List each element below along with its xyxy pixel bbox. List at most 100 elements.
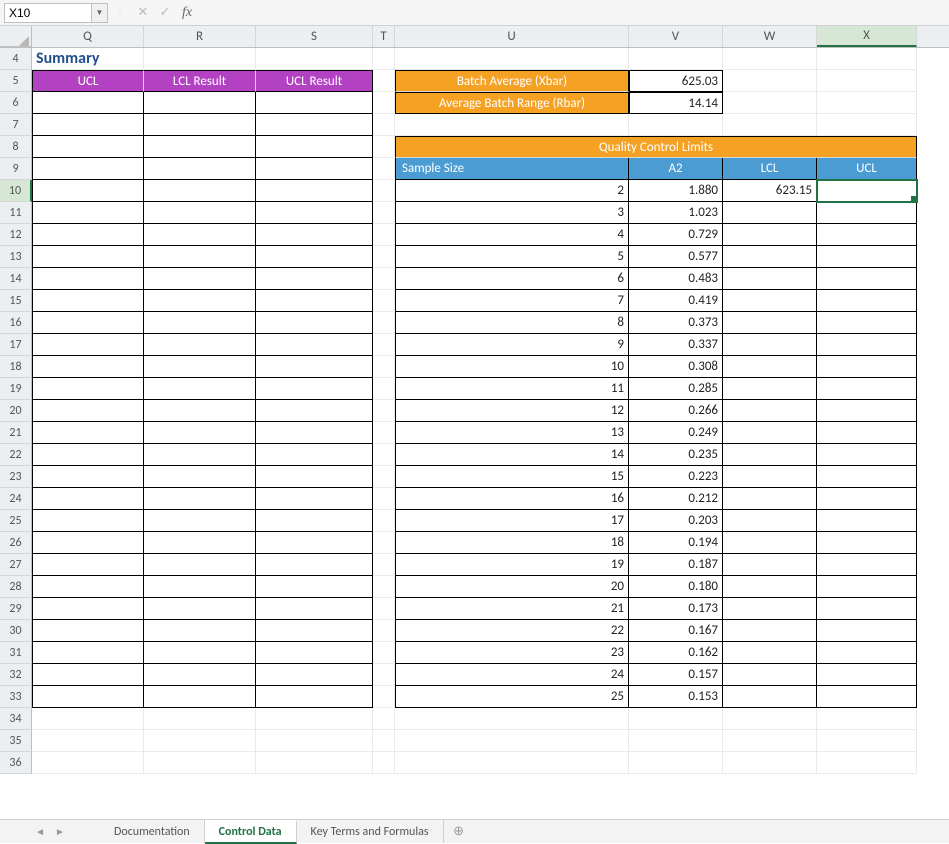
sheet-tab-control-data[interactable]: Control Data [205, 820, 297, 844]
row-header-13[interactable]: 13 [0, 246, 32, 268]
cell-T32[interactable] [373, 664, 395, 686]
cell-U12[interactable]: 4 [395, 224, 629, 246]
cell-X30[interactable] [817, 620, 917, 642]
cell-Q19[interactable] [32, 378, 144, 400]
cell-S34[interactable] [256, 708, 373, 730]
col-header-U[interactable]: U [395, 26, 629, 47]
cell-U11[interactable]: 3 [395, 202, 629, 224]
cell-T22[interactable] [373, 444, 395, 466]
cell-R34[interactable] [144, 708, 256, 730]
cell-R31[interactable] [144, 642, 256, 664]
cell-S20[interactable] [256, 400, 373, 422]
cell-W13[interactable] [723, 246, 817, 268]
cell-V36[interactable] [629, 752, 723, 774]
row-header-27[interactable]: 27 [0, 554, 32, 576]
cell-S36[interactable] [256, 752, 373, 774]
row-header-30[interactable]: 30 [0, 620, 32, 642]
cell-V14[interactable]: 0.483 [629, 268, 723, 290]
cell-R26[interactable] [144, 532, 256, 554]
cell-X21[interactable] [817, 422, 917, 444]
cell-R22[interactable] [144, 444, 256, 466]
sheet-tab-key-terms-and-formulas[interactable]: Key Terms and Formulas [297, 820, 444, 843]
cell-U19[interactable]: 11 [395, 378, 629, 400]
cell-X25[interactable] [817, 510, 917, 532]
cell-W25[interactable] [723, 510, 817, 532]
cell-Q15[interactable] [32, 290, 144, 312]
cell-V16[interactable]: 0.373 [629, 312, 723, 334]
cell-W4[interactable] [723, 48, 817, 70]
cell-Q7[interactable] [32, 114, 144, 136]
cell-W33[interactable] [723, 686, 817, 708]
cell-Q26[interactable] [32, 532, 144, 554]
cell-X13[interactable] [817, 246, 917, 268]
cell-T18[interactable] [373, 356, 395, 378]
cell-Q4[interactable]: Summary [32, 48, 144, 70]
cell-U22[interactable]: 14 [395, 444, 629, 466]
cell-W26[interactable] [723, 532, 817, 554]
cell-U33[interactable]: 25 [395, 686, 629, 708]
cell-W17[interactable] [723, 334, 817, 356]
cell-W32[interactable] [723, 664, 817, 686]
cell-T10[interactable] [373, 180, 395, 202]
cell-U15[interactable]: 7 [395, 290, 629, 312]
cell-V29[interactable]: 0.173 [629, 598, 723, 620]
row-header-22[interactable]: 22 [0, 444, 32, 466]
cell-V9[interactable]: A2 [629, 158, 723, 180]
row-header-6[interactable]: 6 [0, 92, 32, 114]
cell-Q5[interactable]: UCL [32, 70, 144, 92]
cell-T16[interactable] [373, 312, 395, 334]
cell-R13[interactable] [144, 246, 256, 268]
cell-X6[interactable] [817, 92, 917, 114]
col-header-T[interactable]: T [373, 26, 395, 47]
cell-X9[interactable]: UCL [817, 158, 917, 180]
row-header-36[interactable]: 36 [0, 752, 32, 774]
row-header-18[interactable]: 18 [0, 356, 32, 378]
cell-R7[interactable] [144, 114, 256, 136]
cell-X34[interactable] [817, 708, 917, 730]
cell-R19[interactable] [144, 378, 256, 400]
cell-U28[interactable]: 20 [395, 576, 629, 598]
cell-Q36[interactable] [32, 752, 144, 774]
cell-Q16[interactable] [32, 312, 144, 334]
cell-R27[interactable] [144, 554, 256, 576]
row-header-19[interactable]: 19 [0, 378, 32, 400]
col-header-S[interactable]: S [256, 26, 373, 47]
cell-W6[interactable] [723, 92, 817, 114]
row-header-17[interactable]: 17 [0, 334, 32, 356]
row-header-29[interactable]: 29 [0, 598, 32, 620]
cell-Q8[interactable] [32, 136, 144, 158]
cell-V4[interactable] [629, 48, 723, 70]
cell-U16[interactable]: 8 [395, 312, 629, 334]
cell-W34[interactable] [723, 708, 817, 730]
cell-S13[interactable] [256, 246, 373, 268]
col-header-V[interactable]: V [629, 26, 723, 47]
cell-X29[interactable] [817, 598, 917, 620]
cell-T7[interactable] [373, 114, 395, 136]
cell-R8[interactable] [144, 136, 256, 158]
cell-R14[interactable] [144, 268, 256, 290]
fx-icon[interactable]: fx [176, 2, 198, 24]
cell-Q28[interactable] [32, 576, 144, 598]
cell-Q11[interactable] [32, 202, 144, 224]
tab-next-icon[interactable]: ► [55, 825, 65, 838]
row-header-14[interactable]: 14 [0, 268, 32, 290]
cell-V23[interactable]: 0.223 [629, 466, 723, 488]
cell-R25[interactable] [144, 510, 256, 532]
sheet-tab-documentation[interactable]: Documentation [100, 820, 205, 843]
cell-S6[interactable] [256, 92, 373, 114]
cell-Q6[interactable] [32, 92, 144, 114]
cell-Q27[interactable] [32, 554, 144, 576]
cell-T24[interactable] [373, 488, 395, 510]
cell-X19[interactable] [817, 378, 917, 400]
cell-R15[interactable] [144, 290, 256, 312]
cell-X20[interactable] [817, 400, 917, 422]
cell-Q13[interactable] [32, 246, 144, 268]
cell-X18[interactable] [817, 356, 917, 378]
row-header-31[interactable]: 31 [0, 642, 32, 664]
cell-W10[interactable]: 623.15 [723, 180, 817, 202]
cell-U8[interactable] [395, 136, 629, 158]
cell-T14[interactable] [373, 268, 395, 290]
cell-U14[interactable]: 6 [395, 268, 629, 290]
cell-Q20[interactable] [32, 400, 144, 422]
cell-V8[interactable] [629, 136, 723, 158]
